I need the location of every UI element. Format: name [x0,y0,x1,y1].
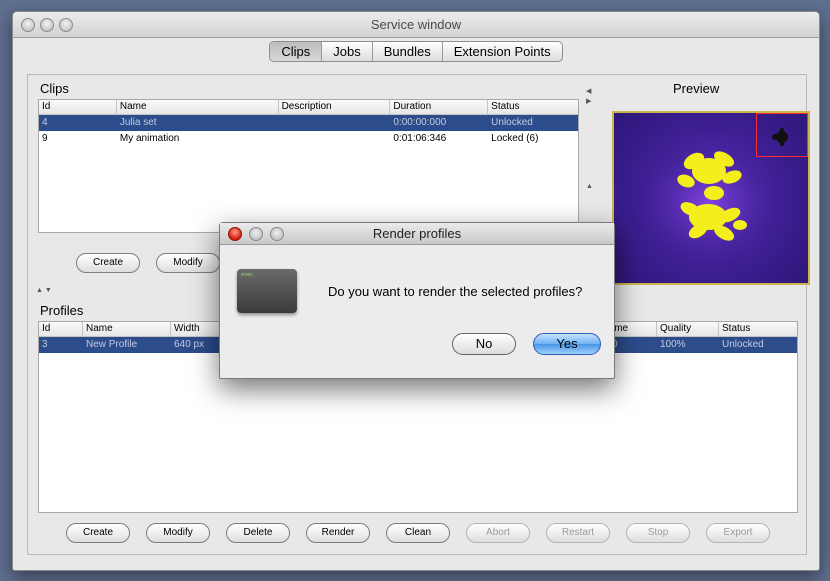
yes-button[interactable]: Yes [533,333,601,355]
fractal-preview[interactable] [612,111,810,285]
dialog-zoom-button[interactable] [270,227,284,241]
tab-jobs[interactable]: Jobs [322,42,373,61]
dialog-title-bar: Render profiles [220,223,614,245]
cell-id: 3 [42,339,48,350]
cell-name: My animation [119,133,180,144]
column-header-status[interactable]: Status [488,100,578,114]
restart-button[interactable]: Restart [546,523,610,543]
cell-id: 9 [42,133,48,144]
terminal-icon: exec [237,269,297,313]
create-clip-button[interactable]: Create [76,253,140,273]
profiles-section-label: Profiles [40,303,84,318]
column-header-status[interactable]: Status [719,322,797,336]
tab-bundles[interactable]: Bundles [373,42,443,61]
cell-quality: 100% [660,339,686,350]
table-row[interactable]: 9 My animation 0:01:06:346 Locked (6) [39,131,578,147]
export-button[interactable]: Export [706,523,770,543]
column-header-duration[interactable]: Duration [390,100,489,114]
expand-right-arrow-icon[interactable]: ▶ [586,97,591,105]
collapse-left-arrow-icon[interactable]: ◀ [586,87,591,95]
close-window-button[interactable] [21,18,35,32]
cell-duration: 0:00:00:000 [393,117,447,128]
dialog-title: Render profiles [372,226,462,241]
tab-clips[interactable]: Clips [270,42,323,61]
terminal-icon-text: exec [241,272,254,278]
column-header-id[interactable]: Id [39,100,117,114]
zoom-region-box[interactable] [756,113,808,157]
render-button[interactable]: Render [306,523,370,543]
no-button[interactable]: No [452,333,516,355]
tab-strip: Clips Jobs Bundles Extension Points [13,41,819,62]
dialog-message: Do you want to render the selected profi… [328,284,583,299]
zoom-window-button[interactable] [59,18,73,32]
column-header-id[interactable]: Id [39,322,83,336]
minimize-window-button[interactable] [40,18,54,32]
column-header-time[interactable]: ime [609,322,657,336]
cell-duration: 0:01:06:346 [393,133,447,144]
create-profile-button[interactable]: Create [66,523,130,543]
cell-description [279,115,391,131]
preview-label: Preview [673,81,720,96]
cell-name: Julia set [119,117,157,128]
tab-extension-points[interactable]: Extension Points [443,42,562,61]
cell-status: Locked (6) [491,133,539,144]
table-row[interactable]: 4 Julia set 0:00:00:000 Unlocked [39,115,578,131]
cell-status: Unlocked [491,117,533,128]
window-title: Service window [370,17,462,32]
column-header-description[interactable]: Description [279,100,391,114]
render-profiles-dialog: Render profiles exec Do you want to rend… [219,222,615,379]
split-handle-icon[interactable]: ▲ ▼ [36,287,52,294]
clips-section-label: Clips [40,81,69,96]
divider-handle-icon[interactable]: ▲ [586,183,593,190]
column-header-name[interactable]: Name [83,322,171,336]
abort-button[interactable]: Abort [466,523,530,543]
cell-status: Unlocked [722,339,764,350]
stop-button[interactable]: Stop [626,523,690,543]
dialog-minimize-button[interactable] [249,227,263,241]
cell-description [279,131,391,147]
modify-clip-button[interactable]: Modify [156,253,220,273]
clips-table[interactable]: Id Name Description Duration Status 4 Ju… [38,99,579,233]
cell-id: 4 [42,117,48,128]
clean-button[interactable]: Clean [386,523,450,543]
clips-table-header: Id Name Description Duration Status [39,100,578,115]
cell-time: 0 [609,337,657,353]
title-bar: Service window [13,12,819,38]
dialog-close-button[interactable] [228,227,242,241]
delete-profile-button[interactable]: Delete [226,523,290,543]
cell-name: New Profile [86,339,138,350]
column-header-quality[interactable]: Quality [657,322,719,336]
modify-profile-button[interactable]: Modify [146,523,210,543]
column-header-name[interactable]: Name [117,100,279,114]
